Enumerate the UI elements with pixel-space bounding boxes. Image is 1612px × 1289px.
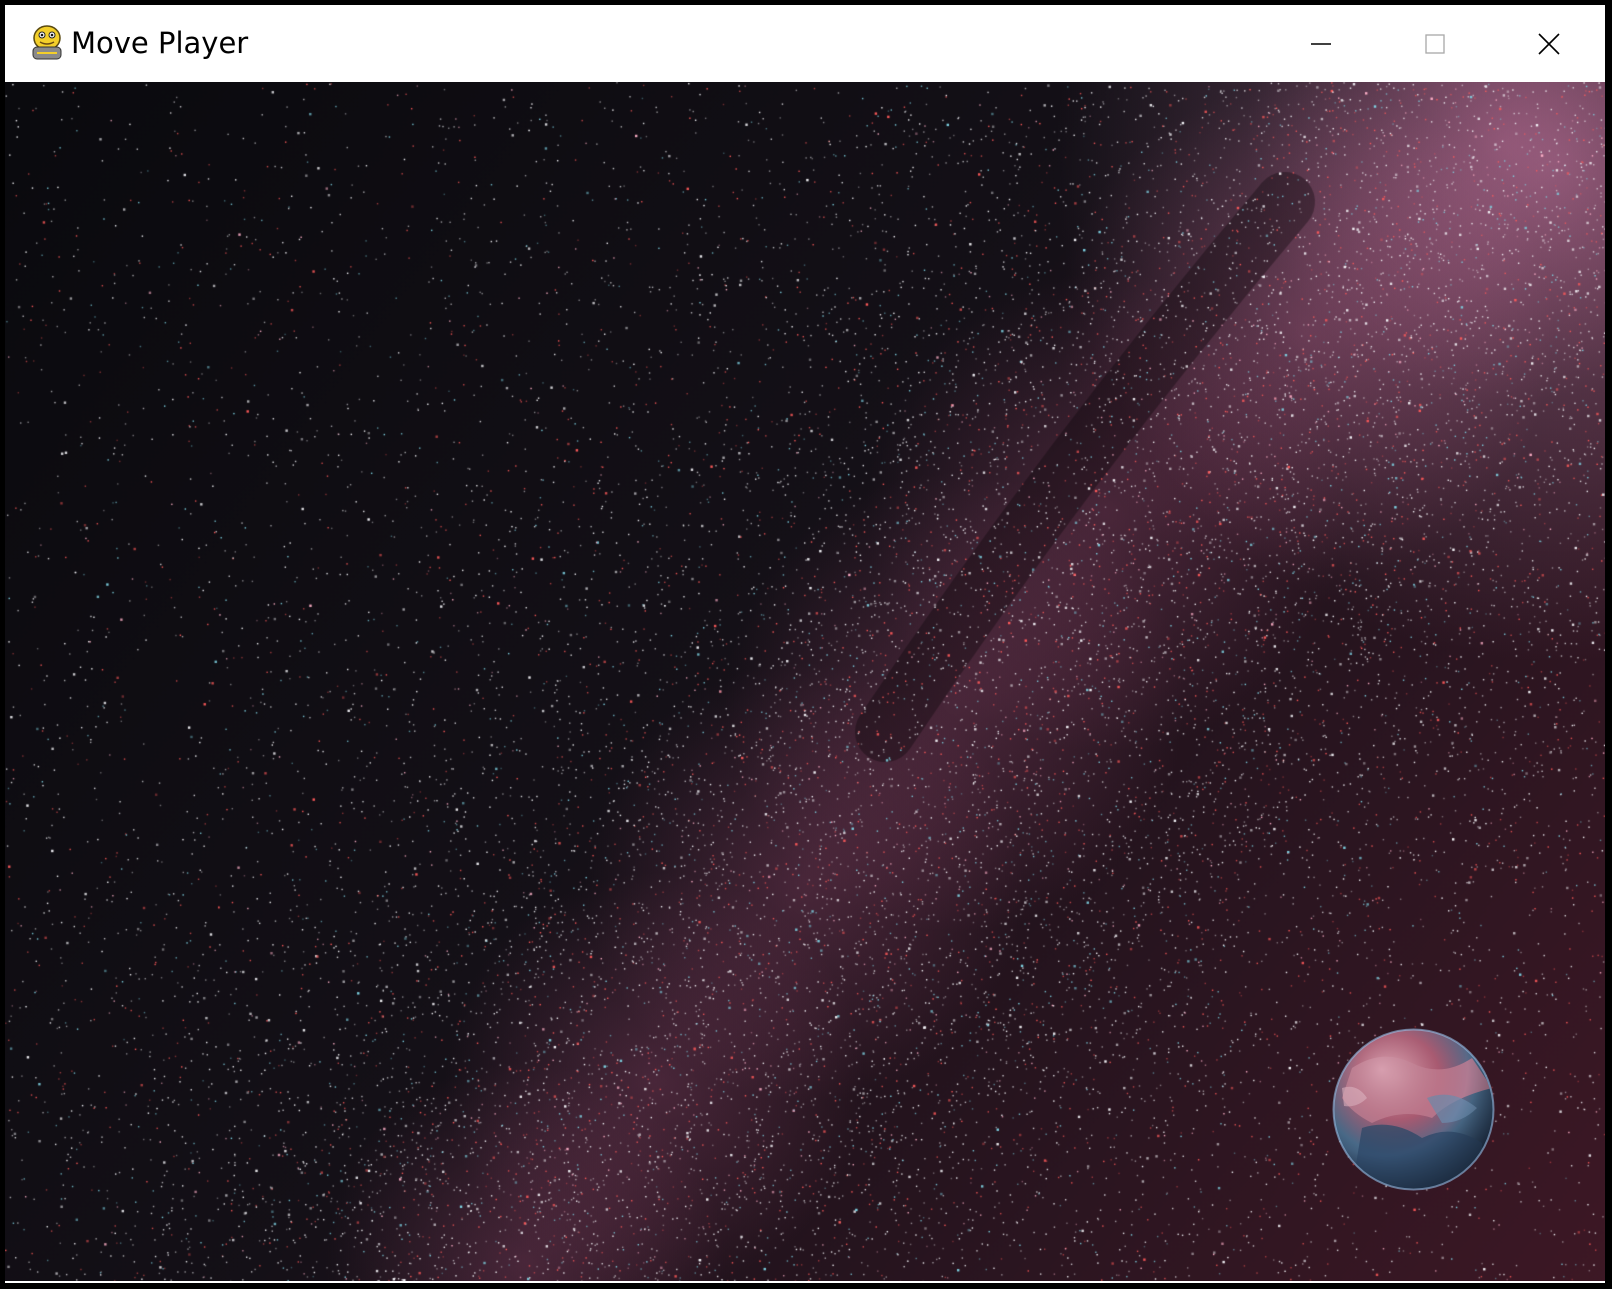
pygame-snake-icon <box>32 25 62 60</box>
close-button[interactable] <box>1492 5 1606 82</box>
game-window: Move Player <box>5 5 1605 1283</box>
game-canvas[interactable] <box>5 82 1605 1281</box>
title-bar[interactable]: Move Player <box>5 5 1605 82</box>
maximize-icon <box>1425 33 1445 54</box>
minimize-icon <box>1311 42 1331 45</box>
minimize-button[interactable] <box>1264 5 1378 82</box>
maximize-button[interactable] <box>1378 5 1492 82</box>
window-title: Move Player <box>71 26 249 60</box>
player-planet-sprite[interactable] <box>1332 1028 1495 1191</box>
close-icon <box>1538 32 1560 55</box>
